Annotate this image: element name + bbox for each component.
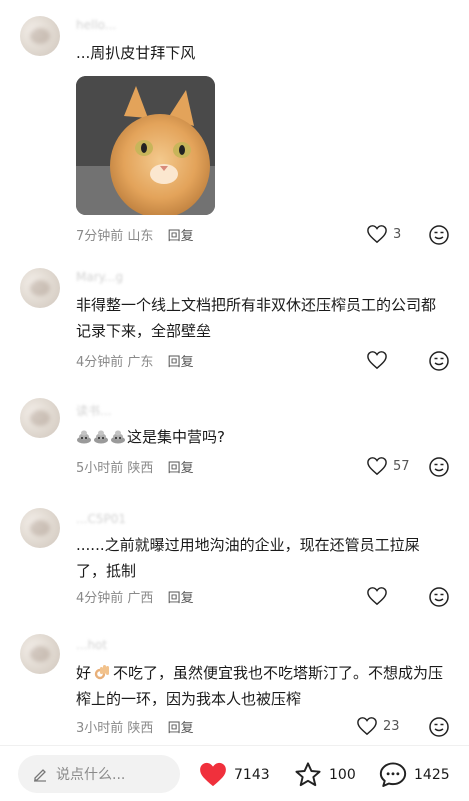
poop-emoji-icon xyxy=(77,430,91,444)
heart-icon xyxy=(367,587,387,606)
emoji-reaction-icon[interactable] xyxy=(428,224,450,246)
reply-button[interactable]: 回复 xyxy=(168,229,194,244)
comment-text: 好不吃了，虽然便宜我也不吃塔斯汀了。不想成为压榨上的一环，因为我本人也被压榨 xyxy=(76,660,448,712)
comment-meta: 4分钟前 广西 回复 xyxy=(76,587,194,606)
comment-text-rest: 不吃了，虽然便宜我也不吃塔斯汀了。不想成为压榨上的一环，因为我本人也被压榨 xyxy=(76,664,444,708)
poop-emoji-icon xyxy=(111,430,125,444)
reply-button[interactable]: 回复 xyxy=(168,355,194,370)
comment-text: ......之前就曝过用地沟油的企业，现在还管员工拉屎了，抵制 xyxy=(76,536,420,580)
username[interactable]: 读书... xyxy=(76,402,111,419)
comment-image[interactable] xyxy=(76,76,215,215)
comment-text: 非得整一个线上文档把所有非双休还压榨员工的公司都记录下来，全部壁垒 xyxy=(76,296,437,340)
reply-button[interactable]: 回复 xyxy=(168,591,194,606)
like-button[interactable]: 3 xyxy=(366,224,401,244)
heart-icon xyxy=(367,225,387,244)
like-count: 57 xyxy=(393,458,410,474)
like-button[interactable]: 57 xyxy=(366,456,410,476)
comment-location: 广东 xyxy=(127,355,154,370)
comment-button[interactable]: 1425 xyxy=(378,761,450,789)
comment-location: 广西 xyxy=(127,591,154,606)
like-count: 23 xyxy=(383,718,400,734)
username[interactable]: ...C5P01 xyxy=(76,512,126,526)
comment-time: 3小时前 xyxy=(76,721,124,736)
comment-item: Mary...g 非得整一个线上文档把所有非双休还压榨员工的公司都记录下来，全部… xyxy=(0,250,469,380)
comment-text: 这是集中营吗? xyxy=(76,424,448,450)
emoji-reaction-icon[interactable] xyxy=(428,456,450,478)
comment-location: 陕西 xyxy=(127,461,154,476)
emoji-reaction-icon[interactable] xyxy=(428,586,450,608)
comment-text-start: 好 xyxy=(76,664,92,682)
avatar[interactable] xyxy=(20,16,60,56)
comment-text-content: 这是集中营吗? xyxy=(127,428,225,446)
avatar[interactable] xyxy=(20,268,60,308)
comment-meta: 3小时前 陕西 回复 xyxy=(76,717,194,736)
comment-meta: 7分钟前 山东 回复 xyxy=(76,225,194,244)
comment-count: 1425 xyxy=(414,767,450,783)
star-icon xyxy=(295,762,321,787)
comment-text: ...周扒皮甘拜下风 xyxy=(76,44,196,62)
comment-item: ...C5P01 ......之前就曝过用地沟油的企业，现在还管员工拉屎了，抵制… xyxy=(0,490,469,620)
heart-icon xyxy=(357,717,377,736)
avatar[interactable] xyxy=(20,508,60,548)
emoji-reaction-icon[interactable] xyxy=(428,716,450,738)
ok-hand-emoji-icon xyxy=(94,665,110,680)
heart-icon xyxy=(367,351,387,370)
filled-heart-icon xyxy=(200,762,226,787)
comment-item: hello... ...周扒皮甘拜下风 7分钟前 山东 回复 3 xyxy=(0,0,469,250)
like-count: 3 xyxy=(393,226,402,242)
bottom-action-bar: 说点什么... 7143 100 1425 xyxy=(0,745,469,801)
like-button[interactable] xyxy=(366,350,393,370)
comment-time: 4分钟前 xyxy=(76,591,124,606)
like-post-button[interactable]: 7143 xyxy=(198,761,270,788)
comment-input[interactable]: 说点什么... xyxy=(18,755,180,793)
comment-meta: 4分钟前 广东 回复 xyxy=(76,351,194,370)
like-button[interactable] xyxy=(366,586,393,606)
comment-bubble-icon xyxy=(379,762,407,787)
comment-input-placeholder: 说点什么... xyxy=(56,767,126,783)
username[interactable]: hello... xyxy=(76,18,116,32)
avatar[interactable] xyxy=(20,398,60,438)
username[interactable]: ...hot xyxy=(76,638,107,652)
comment-location: 陕西 xyxy=(127,721,154,736)
avatar[interactable] xyxy=(20,634,60,674)
comment-meta: 5小时前 陕西 回复 xyxy=(76,457,194,476)
like-post-count: 7143 xyxy=(234,766,270,783)
pencil-icon xyxy=(34,769,46,782)
reply-button[interactable]: 回复 xyxy=(168,461,194,476)
username[interactable]: Mary...g xyxy=(76,270,123,284)
heart-icon xyxy=(367,457,387,476)
favorite-count: 100 xyxy=(329,767,356,783)
comment-item: 读书... 这是集中营吗? 5小时前 陕西 回复 57 xyxy=(0,380,469,490)
comment-location: 山东 xyxy=(127,229,154,244)
cat-photo xyxy=(76,76,215,215)
comment-time: 5小时前 xyxy=(76,461,124,476)
comment-time: 7分钟前 xyxy=(76,229,124,244)
like-button[interactable]: 23 xyxy=(356,716,400,736)
reply-button[interactable]: 回复 xyxy=(168,721,194,736)
poop-emoji-icon xyxy=(94,430,108,444)
comment-time: 4分钟前 xyxy=(76,355,124,370)
emoji-reaction-icon[interactable] xyxy=(428,350,450,372)
comment-item: ...hot 好不吃了，虽然便宜我也不吃塔斯汀了。不想成为压榨上的一环，因为我本… xyxy=(0,620,469,745)
favorite-button[interactable]: 100 xyxy=(293,761,356,789)
